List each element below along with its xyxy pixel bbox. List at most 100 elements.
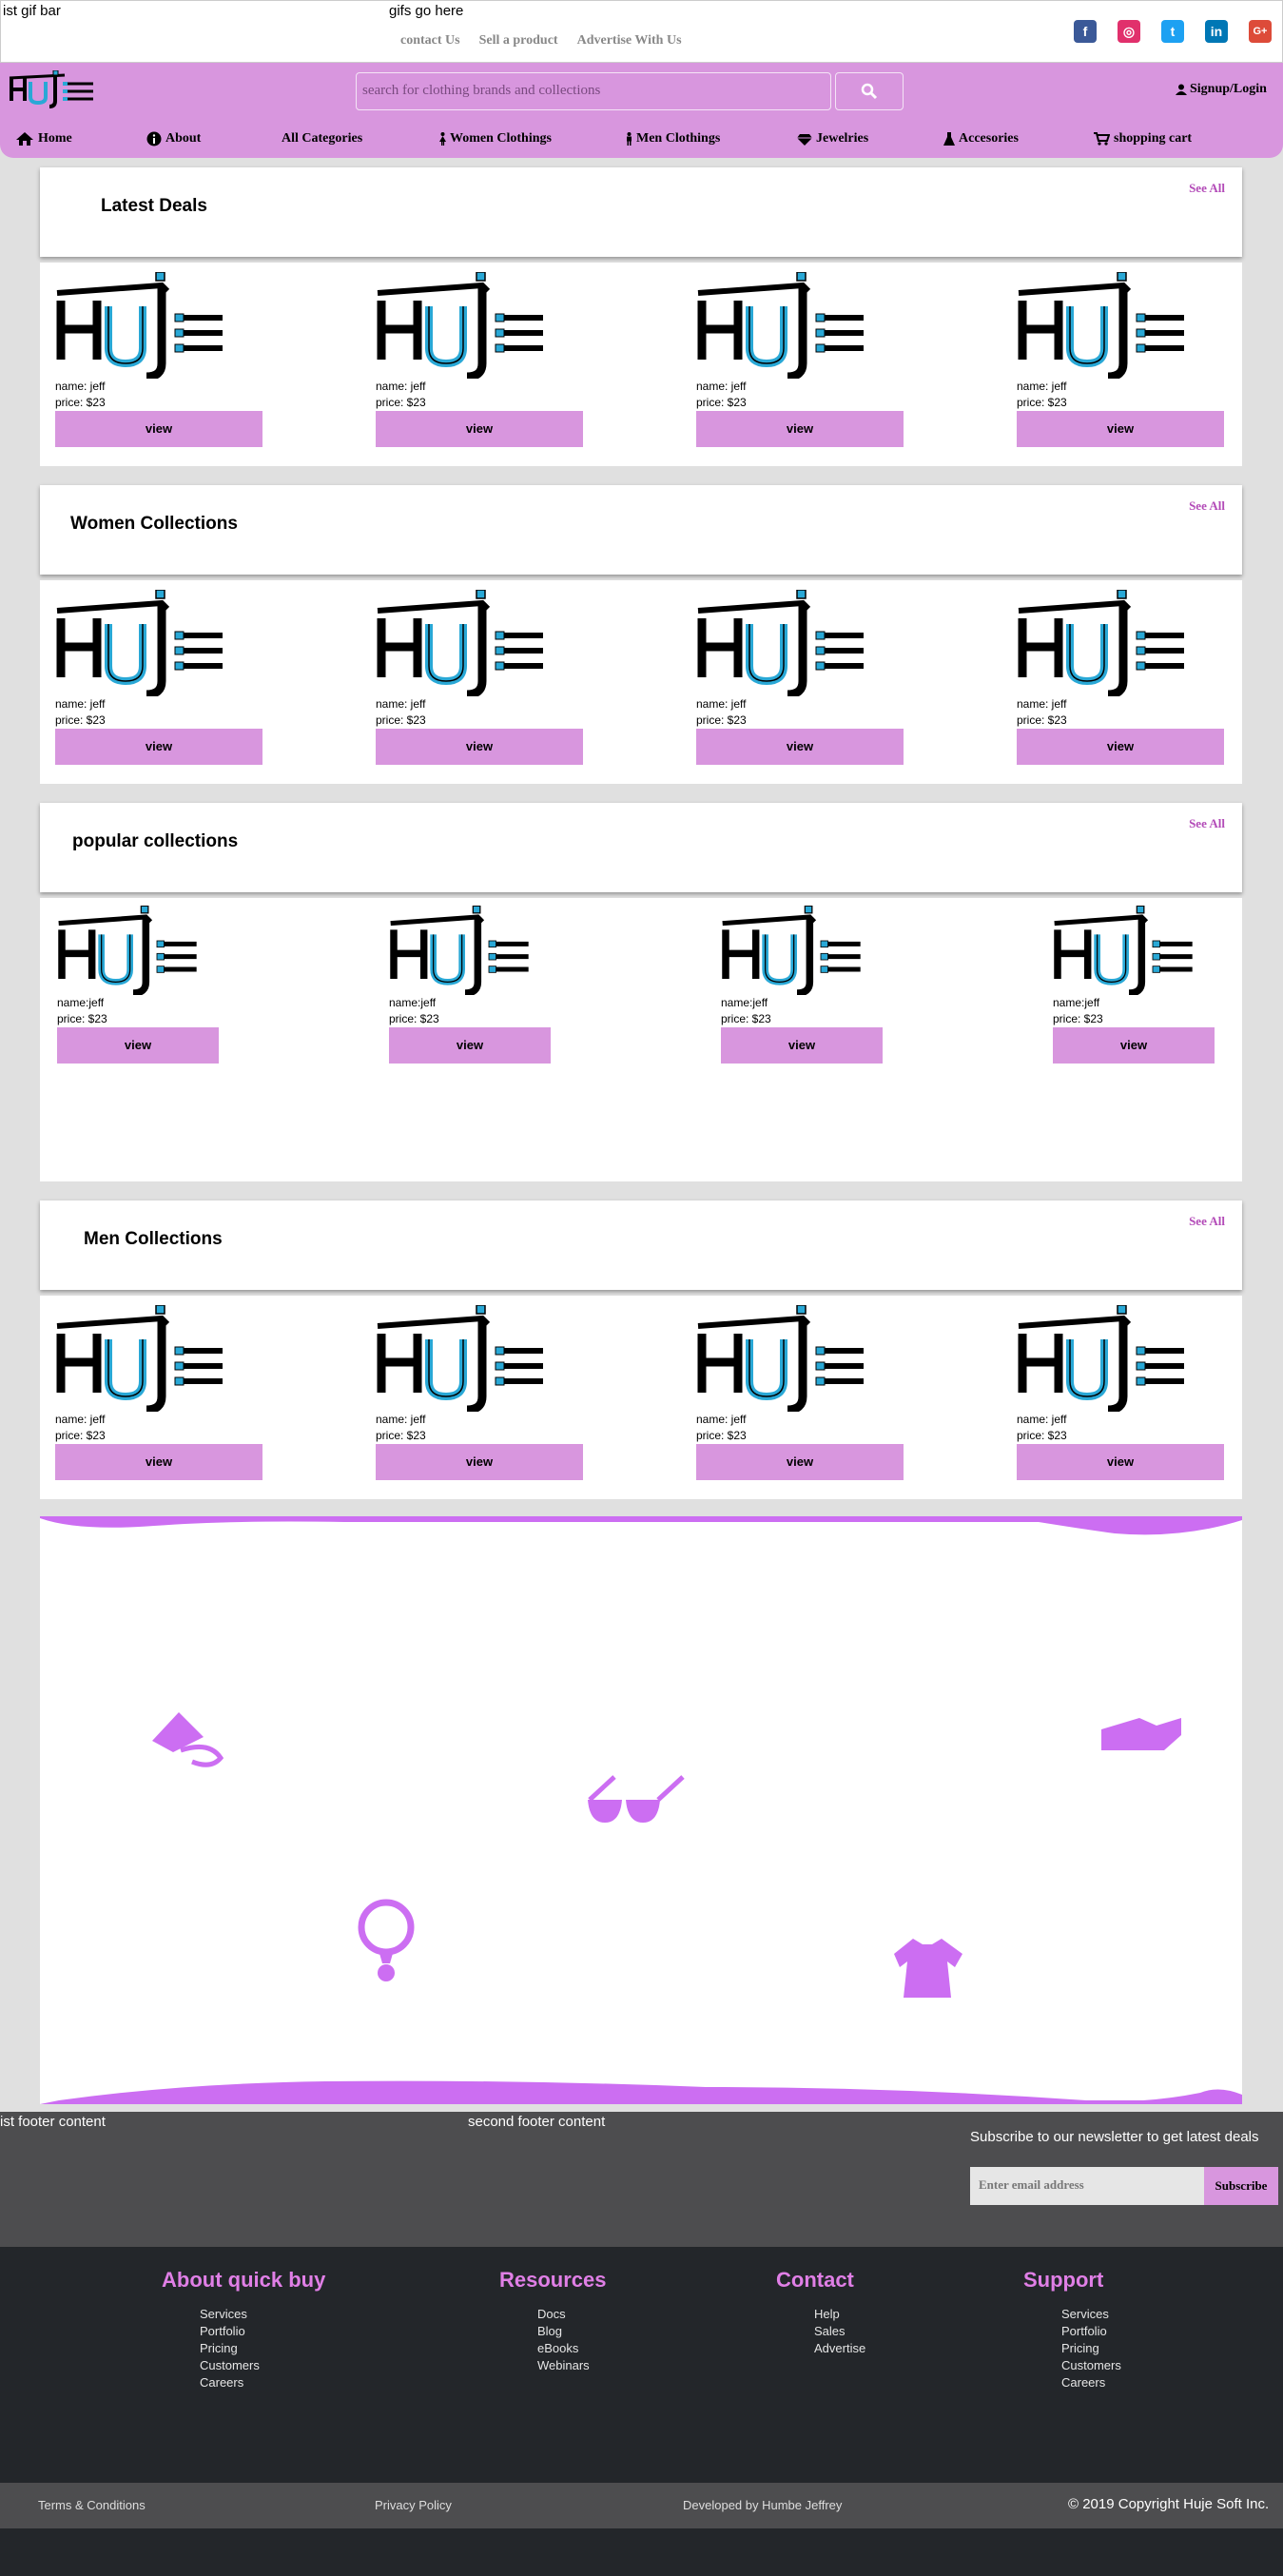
product-card: name: jeff price: $23 view — [1017, 590, 1226, 765]
product-image[interactable] — [696, 1305, 867, 1412]
footer-link[interactable]: Pricing — [1061, 2340, 1121, 2357]
footer-link[interactable]: Customers — [1061, 2357, 1121, 2374]
product-price: price: $23 — [57, 1012, 107, 1025]
footer-link[interactable]: Sales — [814, 2323, 865, 2340]
product-price: price: $23 — [1053, 1012, 1103, 1025]
footer-link[interactable]: Webinars — [537, 2357, 607, 2374]
facebook-icon[interactable]: f — [1074, 20, 1097, 43]
view-button[interactable]: view — [389, 1027, 551, 1064]
product-image[interactable] — [57, 906, 200, 995]
nav-shopping-cart[interactable]: shopping cart — [1094, 125, 1192, 153]
view-button[interactable]: view — [696, 411, 904, 447]
see-all-link[interactable]: See All — [1189, 498, 1225, 514]
sell-product-link[interactable]: Sell a product — [479, 33, 558, 49]
view-button[interactable]: view — [376, 729, 583, 765]
product-image[interactable] — [376, 1305, 547, 1412]
contact-us-link[interactable]: contact Us — [400, 33, 460, 49]
view-button[interactable]: view — [1017, 1444, 1224, 1480]
twitter-icon[interactable]: t — [1161, 20, 1184, 43]
female-icon — [439, 132, 446, 146]
see-all-link[interactable]: See All — [1189, 181, 1225, 196]
view-button[interactable]: view — [376, 1444, 583, 1480]
huje-logo[interactable] — [8, 70, 95, 108]
social-links: f ◎ t in G+ — [1074, 20, 1272, 43]
product-image[interactable] — [1017, 590, 1188, 696]
product-image[interactable] — [55, 272, 226, 379]
footer-link[interactable]: Careers — [1061, 2374, 1121, 2391]
nav-about[interactable]: About — [146, 125, 201, 153]
view-button[interactable]: view — [1017, 411, 1224, 447]
nav-all-categories[interactable]: All Categories — [282, 125, 362, 153]
male-icon — [627, 132, 632, 146]
footer-link[interactable]: Pricing — [200, 2340, 325, 2357]
section-body-latest-deals: name: jeff price: $23 view name: jeff pr… — [40, 263, 1242, 466]
nav-women-clothings[interactable]: Women Clothings — [439, 125, 552, 153]
subscribe-button[interactable]: Subscribe — [1204, 2167, 1278, 2205]
product-card: name: jeff price: $23 view — [376, 272, 585, 447]
section-title: popular collections — [72, 831, 239, 851]
product-image[interactable] — [696, 590, 867, 696]
instagram-icon[interactable]: ◎ — [1118, 20, 1140, 43]
nav-jewelries[interactable]: Jewelries — [797, 125, 868, 153]
footer-link[interactable]: Help — [814, 2306, 865, 2323]
shoe-icon — [1101, 1718, 1181, 1750]
product-name: name: jeff — [376, 1413, 426, 1426]
nav-label: Women Clothings — [450, 131, 552, 146]
footer-link[interactable]: Careers — [200, 2374, 325, 2391]
product-image[interactable] — [55, 590, 226, 696]
product-image[interactable] — [389, 906, 532, 995]
product-image[interactable] — [376, 590, 547, 696]
advertise-link[interactable]: Advertise With Us — [577, 33, 682, 49]
email-input[interactable]: Enter email address — [970, 2167, 1204, 2205]
view-button[interactable]: view — [57, 1027, 219, 1064]
footer-link[interactable]: Services — [1061, 2306, 1121, 2323]
product-price: price: $23 — [1017, 396, 1067, 409]
google-plus-icon[interactable]: G+ — [1249, 20, 1272, 43]
footer-link[interactable]: Advertise — [814, 2340, 865, 2357]
main-header: search for clothing brands and collectio… — [0, 63, 1283, 158]
footer-link[interactable]: eBooks — [537, 2340, 607, 2357]
view-button[interactable]: view — [721, 1027, 883, 1064]
product-image[interactable] — [1017, 1305, 1188, 1412]
footer-link[interactable]: Blog — [537, 2323, 607, 2340]
see-all-link[interactable]: See All — [1189, 1214, 1225, 1229]
see-all-link[interactable]: See All — [1189, 816, 1225, 831]
product-image[interactable] — [55, 1305, 226, 1412]
view-button[interactable]: view — [1053, 1027, 1215, 1064]
nav-label: Home — [38, 131, 72, 146]
product-image[interactable] — [721, 906, 864, 995]
nav-home[interactable]: Home — [15, 125, 72, 153]
footer-link[interactable]: Portfolio — [200, 2323, 325, 2340]
view-button[interactable]: view — [696, 1444, 904, 1480]
product-image[interactable] — [1053, 906, 1196, 995]
view-button[interactable]: view — [696, 729, 904, 765]
view-button[interactable]: view — [1017, 729, 1224, 765]
necklace-icon — [358, 1899, 415, 1981]
product-image[interactable] — [1017, 272, 1188, 379]
nav-accesories[interactable]: Accesories — [943, 125, 1019, 153]
view-button[interactable]: view — [55, 729, 262, 765]
product-image[interactable] — [696, 272, 867, 379]
decorative-illustration — [40, 1516, 1242, 2104]
nav-men-clothings[interactable]: Men Clothings — [626, 125, 720, 153]
footer-link[interactable]: Customers — [200, 2357, 325, 2374]
search-button[interactable] — [835, 72, 904, 110]
footer-link[interactable]: Portfolio — [1061, 2323, 1121, 2340]
privacy-link[interactable]: Privacy Policy — [375, 2498, 452, 2512]
footer-link[interactable]: Services — [200, 2306, 325, 2323]
view-button[interactable]: view — [376, 411, 583, 447]
product-name: name: jeff — [696, 1413, 747, 1426]
signup-login-link[interactable]: Signup/Login — [1176, 82, 1267, 97]
view-button[interactable]: view — [55, 1444, 262, 1480]
diamond-icon — [797, 133, 812, 146]
product-name: name: jeff — [1017, 697, 1067, 711]
search-input[interactable]: search for clothing brands and collectio… — [356, 72, 831, 110]
product-name: name: jeff — [1017, 1413, 1067, 1426]
footer-column-resources: Resources Docs Blog eBooks Webinars — [499, 2268, 607, 2374]
footer-link[interactable]: Docs — [537, 2306, 607, 2323]
linkedin-icon[interactable]: in — [1205, 20, 1228, 43]
product-image[interactable] — [376, 272, 547, 379]
footer-column-title: About quick buy — [162, 2268, 326, 2292]
terms-link[interactable]: Terms & Conditions — [38, 2498, 146, 2512]
view-button[interactable]: view — [55, 411, 262, 447]
